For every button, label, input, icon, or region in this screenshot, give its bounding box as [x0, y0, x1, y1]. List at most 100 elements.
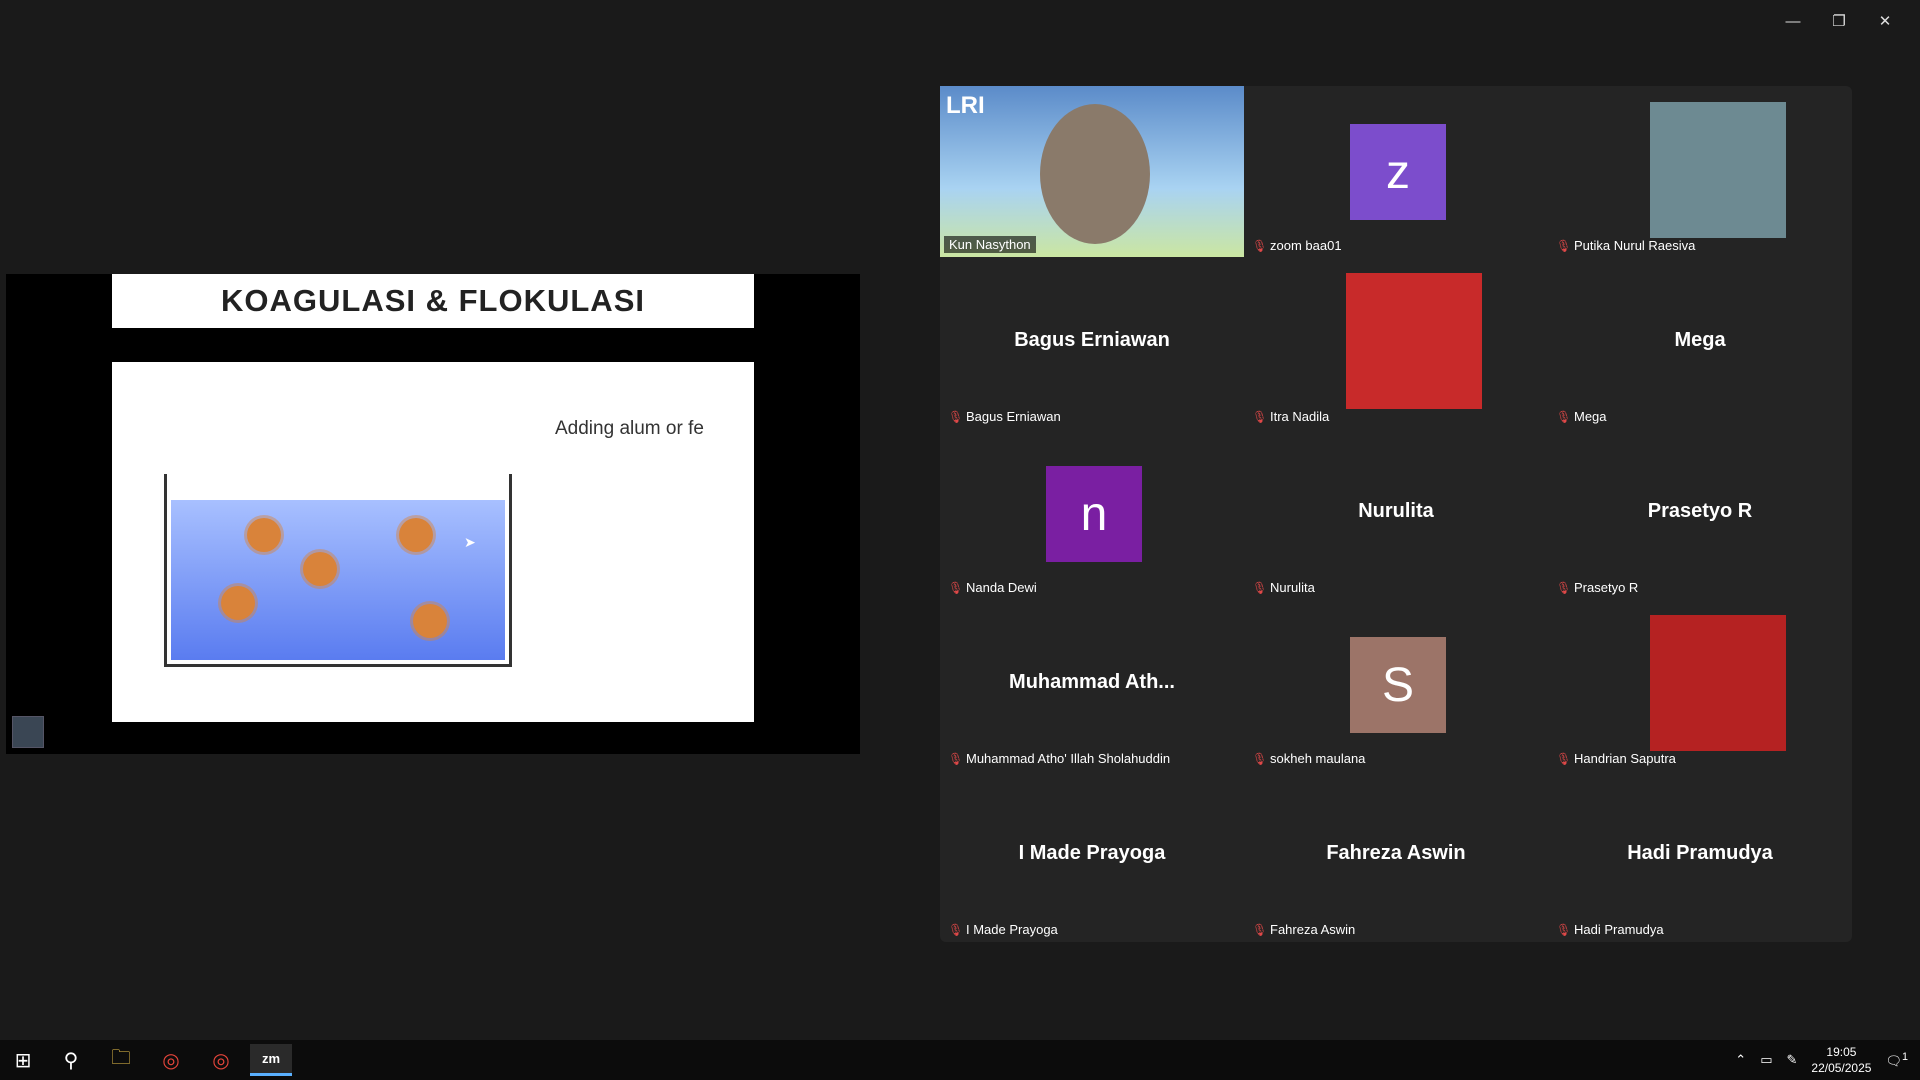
- participant-display-name: Muhammad Ath...: [1009, 671, 1175, 693]
- participant-tile[interactable]: 🎙 Putika Nurul Raesiva: [1548, 86, 1852, 257]
- avatar: z: [1350, 124, 1446, 220]
- participant-name-label: 🎙 Prasetyo R: [1556, 580, 1638, 595]
- water-tank: [164, 474, 512, 667]
- participant-display-name: Fahreza Aswin: [1326, 842, 1466, 864]
- profile-photo: [1650, 615, 1786, 751]
- participant-tile[interactable]: Fahreza Aswin 🎙 Fahreza Aswin: [1244, 770, 1548, 941]
- muted-mic-icon: 🎙: [1252, 922, 1268, 937]
- participant-display-name: Hadi Pramudya: [1627, 842, 1773, 864]
- participant-name-label: 🎙 I Made Prayoga: [948, 922, 1058, 937]
- minimize-button[interactable]: —: [1770, 8, 1816, 34]
- particle: [399, 518, 433, 552]
- participant-name: Fahreza Aswin: [1270, 922, 1356, 937]
- participant-tile[interactable]: Mega 🎙 Mega: [1548, 257, 1852, 428]
- participant-name-label: 🎙 Mega: [1556, 409, 1607, 424]
- clock-date: 22/05/2025: [1811, 1061, 1872, 1075]
- participant-tile[interactable]: LRI Kun Nasython: [940, 86, 1244, 257]
- restore-button[interactable]: ❐: [1816, 8, 1862, 34]
- muted-mic-icon: 🎙: [1556, 751, 1572, 766]
- slide-body: Adding alum or fe: [112, 362, 754, 722]
- particle: [413, 604, 447, 638]
- profile-photo: [1650, 102, 1786, 238]
- muted-mic-icon: 🎙: [948, 751, 964, 766]
- participant-display-name: Nurulita: [1358, 500, 1434, 522]
- participant-tile[interactable]: Hadi Pramudya 🎙 Hadi Pramudya: [1548, 770, 1852, 941]
- participant-tile[interactable]: Nurulita 🎙 Nurulita: [1244, 428, 1548, 599]
- participant-tile[interactable]: z 🎙 zoom baa01: [1244, 86, 1548, 257]
- participant-name-label: 🎙 Bagus Erniawan: [948, 409, 1061, 424]
- participant-name-label: Kun Nasython: [944, 236, 1036, 253]
- particle: [221, 586, 255, 620]
- participant-name: Prasetyo R: [1574, 580, 1639, 595]
- clock-time: 19:05: [1826, 1045, 1857, 1059]
- muted-mic-icon: 🎙: [1556, 580, 1572, 595]
- participant-video: LRI: [940, 86, 1244, 257]
- participant-tile[interactable]: Prasetyo R 🎙 Prasetyo R: [1548, 428, 1852, 599]
- slide-caption: Adding alum or fe: [555, 418, 704, 439]
- muted-mic-icon: 🎙: [1252, 751, 1268, 766]
- system-tray: ⌃ ▭ ✎ 19:05 22/05/2025 🗨1: [1735, 1040, 1908, 1080]
- muted-mic-icon: 🎙: [1252, 238, 1268, 253]
- participant-name-label: 🎙 Nurulita: [1252, 580, 1315, 595]
- avatar: n: [1046, 466, 1142, 562]
- participant-tile[interactable]: 🎙 Itra Nadila: [1244, 257, 1548, 428]
- participant-tile[interactable]: n 🎙 Nanda Dewi: [940, 428, 1244, 599]
- chrome-profile-icon[interactable]: ◎: [204, 1044, 238, 1076]
- participant-name-label: 🎙 Handrian Saputra: [1556, 751, 1676, 766]
- participant-face: [1040, 104, 1150, 244]
- muted-mic-icon: 🎙: [1556, 238, 1572, 253]
- notification-icon[interactable]: 🗨1: [1885, 1051, 1908, 1069]
- participant-gallery: LRI Kun Nasython z 🎙 zoom baa01 🎙 Putika Nurul…: [940, 86, 1852, 942]
- muted-mic-icon: 🎙: [948, 922, 964, 937]
- participant-name: Putika Nurul Raesiva: [1574, 238, 1696, 253]
- water: [171, 500, 505, 660]
- network-icon[interactable]: ▭: [1760, 1052, 1772, 1068]
- participant-name: Mega: [1574, 409, 1607, 424]
- slide-title-box: KOAGULASI & FLOKULASI: [112, 274, 754, 328]
- pen-icon[interactable]: ✎: [1786, 1052, 1797, 1068]
- muted-mic-icon: 🎙: [948, 409, 964, 424]
- muted-mic-icon: 🎙: [1556, 409, 1572, 424]
- participant-name: Nanda Dewi: [966, 580, 1037, 595]
- participant-tile[interactable]: I Made Prayoga 🎙 I Made Prayoga: [940, 770, 1244, 941]
- particle: [247, 518, 281, 552]
- participant-name: sokheh maulana: [1270, 751, 1366, 766]
- particle: [303, 552, 337, 586]
- lri-logo: LRI: [946, 92, 985, 119]
- shared-screen[interactable]: KOAGULASI & FLOKULASI Adding alum or fe …: [6, 274, 860, 754]
- chevron-up-icon[interactable]: ⌃: [1735, 1052, 1746, 1068]
- zoom-icon[interactable]: zm: [250, 1044, 292, 1076]
- participant-display-name: Mega: [1674, 329, 1726, 351]
- participant-display-name: Prasetyo R: [1647, 500, 1753, 522]
- window-controls: — ❐ ✕: [1770, 8, 1908, 34]
- participant-tile[interactable]: Bagus Erniawan 🎙 Bagus Erniawan: [940, 257, 1244, 428]
- participant-name-label: 🎙 Fahreza Aswin: [1252, 922, 1355, 937]
- close-button[interactable]: ✕: [1862, 8, 1908, 34]
- participant-name: Nurulita: [1270, 580, 1315, 595]
- participant-name-label: 🎙 sokheh maulana: [1252, 751, 1365, 766]
- participant-name: Hadi Pramudya: [1574, 922, 1664, 937]
- clock[interactable]: 19:05 22/05/2025: [1811, 1044, 1871, 1076]
- participant-tile[interactable]: 🎙 Handrian Saputra: [1548, 599, 1852, 770]
- participant-name: zoom baa01: [1270, 238, 1342, 253]
- slide-title: KOAGULASI & FLOKULASI: [221, 283, 645, 318]
- muted-mic-icon: 🎙: [1252, 409, 1268, 424]
- file-explorer-icon[interactable]: 🗀: [104, 1044, 138, 1076]
- participant-name: Itra Nadila: [1270, 409, 1330, 424]
- participant-tile[interactable]: S 🎙 sokheh maulana: [1244, 599, 1548, 770]
- participant-name-label: 🎙 Nanda Dewi: [948, 580, 1037, 595]
- participant-name: Kun Nasython: [949, 237, 1031, 252]
- participant-name-label: 🎙 Hadi Pramudya: [1556, 922, 1664, 937]
- chrome-icon[interactable]: ◎: [154, 1044, 188, 1076]
- taskbar: ⊞ ⚲ 🗀 ◎ ◎ zm ⌃ ▭ ✎ 19:05 22/05/2025 🗨1: [0, 1040, 1920, 1080]
- start-icon[interactable]: ⊞: [6, 1044, 40, 1076]
- participant-tile[interactable]: Muhammad Ath... 🎙 Muhammad Atho' Illah Sho…: [940, 599, 1244, 770]
- muted-mic-icon: 🎙: [1556, 922, 1572, 937]
- profile-photo: [1346, 273, 1482, 409]
- mouse-cursor-icon: ➤: [464, 534, 476, 550]
- avatar: S: [1350, 637, 1446, 733]
- participant-display-name: I Made Prayoga: [1018, 842, 1166, 864]
- search-icon[interactable]: ⚲: [54, 1044, 88, 1076]
- screen-share-thumbnail[interactable]: [12, 716, 44, 748]
- participant-name-label: 🎙 Putika Nurul Raesiva: [1556, 238, 1695, 253]
